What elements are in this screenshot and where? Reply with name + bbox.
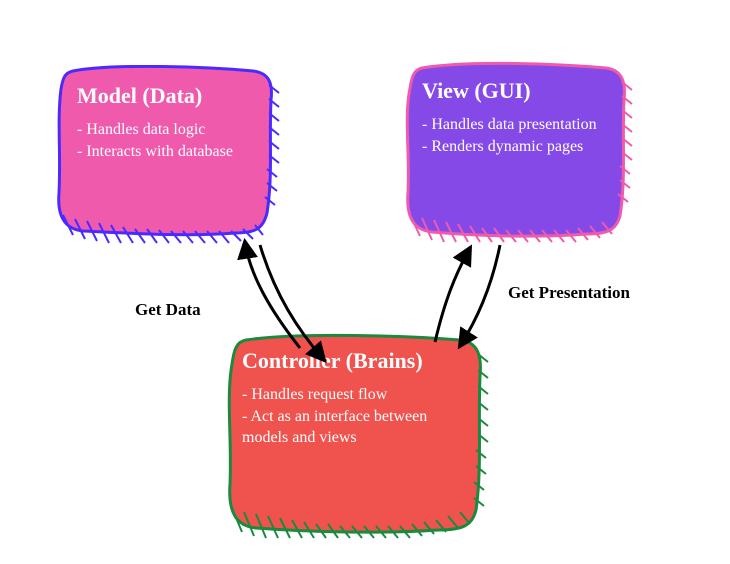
model-bullets: - Handles data logic - Interacts with da…: [77, 119, 248, 162]
view-bullets: - Handles data presentation - Renders dy…: [422, 114, 603, 157]
label-get-data: Get Data: [135, 300, 201, 320]
arrow-controller-to-view: [435, 248, 470, 342]
controller-title: Controller (Brains): [242, 348, 458, 374]
label-get-presentation: Get Presentation: [508, 283, 630, 303]
model-title: Model (Data): [77, 83, 248, 109]
model-box: Model (Data) - Handles data logic - Inte…: [55, 65, 270, 230]
controller-box: Controller (Brains) - Handles request fl…: [220, 330, 480, 535]
controller-bullets: - Handles request flow - Act as an inter…: [242, 384, 458, 449]
view-title: View (GUI): [422, 78, 603, 104]
view-box: View (GUI) - Handles data presentation -…: [400, 60, 625, 235]
